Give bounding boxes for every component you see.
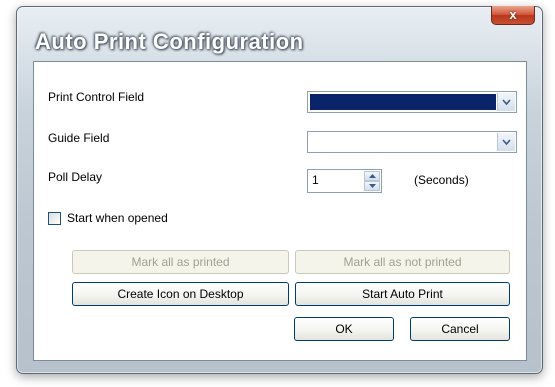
poll-delay-spinner[interactable]: 1 bbox=[307, 169, 382, 193]
dialog-window: Auto Print Configuration x Print Control… bbox=[16, 6, 543, 374]
dialog-title: Auto Print Configuration bbox=[35, 29, 304, 54]
chevron-down-icon[interactable] bbox=[497, 133, 515, 151]
cancel-button[interactable]: Cancel bbox=[410, 317, 510, 341]
poll-delay-label: Poll Delay bbox=[48, 170, 103, 184]
guide-field-value bbox=[310, 134, 496, 150]
close-icon: x bbox=[509, 7, 517, 22]
spin-up-icon[interactable] bbox=[364, 171, 380, 181]
guide-field-label: Guide Field bbox=[48, 131, 110, 145]
start-auto-print-button[interactable]: Start Auto Print bbox=[295, 282, 510, 306]
close-button[interactable]: x bbox=[491, 6, 535, 25]
start-when-opened-checkbox[interactable] bbox=[48, 212, 61, 225]
spin-down-icon[interactable] bbox=[364, 181, 380, 191]
guide-field-select[interactable] bbox=[307, 131, 517, 153]
poll-delay-unit: (Seconds) bbox=[414, 173, 469, 187]
poll-delay-value: 1 bbox=[312, 173, 319, 187]
dialog-client-area: Print Control Field Guide Field Poll Del… bbox=[33, 61, 527, 361]
print-control-field-value bbox=[310, 94, 496, 110]
print-control-field-label: Print Control Field bbox=[48, 90, 145, 104]
ok-button[interactable]: OK bbox=[294, 317, 394, 341]
print-control-field-select[interactable] bbox=[307, 91, 517, 113]
chevron-down-icon[interactable] bbox=[497, 93, 515, 111]
create-icon-on-desktop-button[interactable]: Create Icon on Desktop bbox=[72, 282, 289, 306]
start-when-opened-label[interactable]: Start when opened bbox=[67, 211, 168, 225]
mark-all-not-printed-button[interactable]: Mark all as not printed bbox=[295, 250, 510, 274]
mark-all-printed-button[interactable]: Mark all as printed bbox=[72, 250, 289, 274]
